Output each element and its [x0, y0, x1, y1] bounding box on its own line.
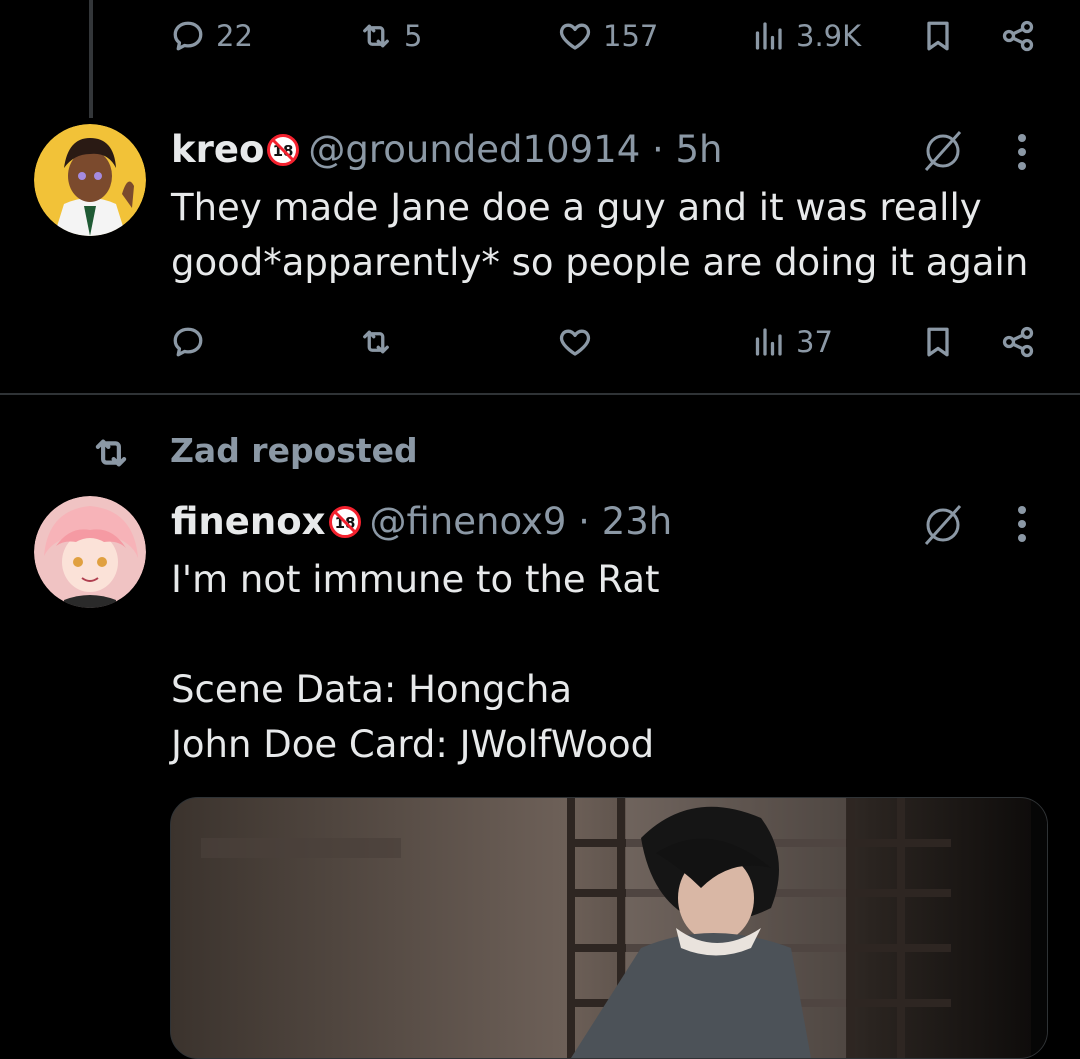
reply-count: 22	[216, 19, 253, 53]
post-divider	[0, 393, 1080, 395]
author-handle-time[interactable]: @finenox9 · 23h	[370, 500, 673, 543]
views-count: 37	[796, 325, 833, 359]
like-icon	[559, 329, 591, 356]
author-display-name[interactable]: finenox	[171, 500, 326, 543]
more-icon[interactable]	[1016, 134, 1028, 176]
views-icon	[755, 22, 782, 50]
like-button[interactable]	[557, 324, 603, 360]
like-icon	[559, 23, 591, 50]
reply-button[interactable]: 22	[170, 18, 253, 54]
eighteen-plus-badge: 18	[328, 505, 361, 538]
views-button[interactable]: 3.9K	[750, 18, 861, 54]
finenox-avatar[interactable]	[34, 496, 146, 608]
reply-text: They made Jane doe a guy and it was real…	[171, 186, 1029, 284]
eighteen-plus-badge: 18	[267, 133, 300, 166]
reply-icon	[173, 327, 203, 357]
repost-icon	[363, 24, 389, 48]
share-button[interactable]	[1000, 324, 1036, 360]
kreo-avatar[interactable]	[34, 124, 146, 236]
like-button[interactable]: 157	[557, 18, 658, 54]
bookmark-icon	[927, 327, 949, 357]
repost-count: 5	[404, 19, 423, 53]
share-icon	[1002, 20, 1034, 52]
bookmark-button[interactable]	[920, 324, 956, 360]
bookmark-icon	[927, 21, 949, 51]
author-handle-time[interactable]: @grounded10914 · 5h	[308, 128, 722, 171]
bookmark-button[interactable]	[920, 18, 956, 54]
post-text: I'm not immune to the Rat Scene Data: Ho…	[171, 558, 660, 766]
share-button[interactable]	[1000, 18, 1036, 54]
views-button[interactable]: 37	[750, 324, 833, 360]
post-media-image[interactable]	[170, 797, 1048, 1059]
views-icon	[755, 328, 782, 356]
no-entry-icon	[924, 504, 962, 546]
like-count: 157	[603, 19, 659, 53]
no-entry-icon	[924, 130, 962, 172]
author-display-name[interactable]: kreo	[171, 128, 264, 171]
repost-button[interactable]: 5	[358, 18, 422, 54]
repost-header-label[interactable]: Zad reposted	[170, 431, 418, 470]
kreo-author-row: kreo 18 @grounded10914 · 5h	[171, 128, 723, 171]
thread-connector-line	[89, 0, 93, 118]
reply-icon	[173, 21, 203, 51]
share-icon	[1002, 326, 1034, 358]
views-count: 3.9K	[796, 19, 862, 53]
repost-button[interactable]	[358, 324, 404, 360]
reply-button[interactable]	[170, 324, 216, 360]
more-icon[interactable]	[1016, 506, 1028, 548]
finenox-author-row: finenox 18 @finenox9 · 23h	[171, 500, 672, 543]
repost-icon	[363, 330, 389, 354]
repost-icon	[95, 439, 127, 467]
